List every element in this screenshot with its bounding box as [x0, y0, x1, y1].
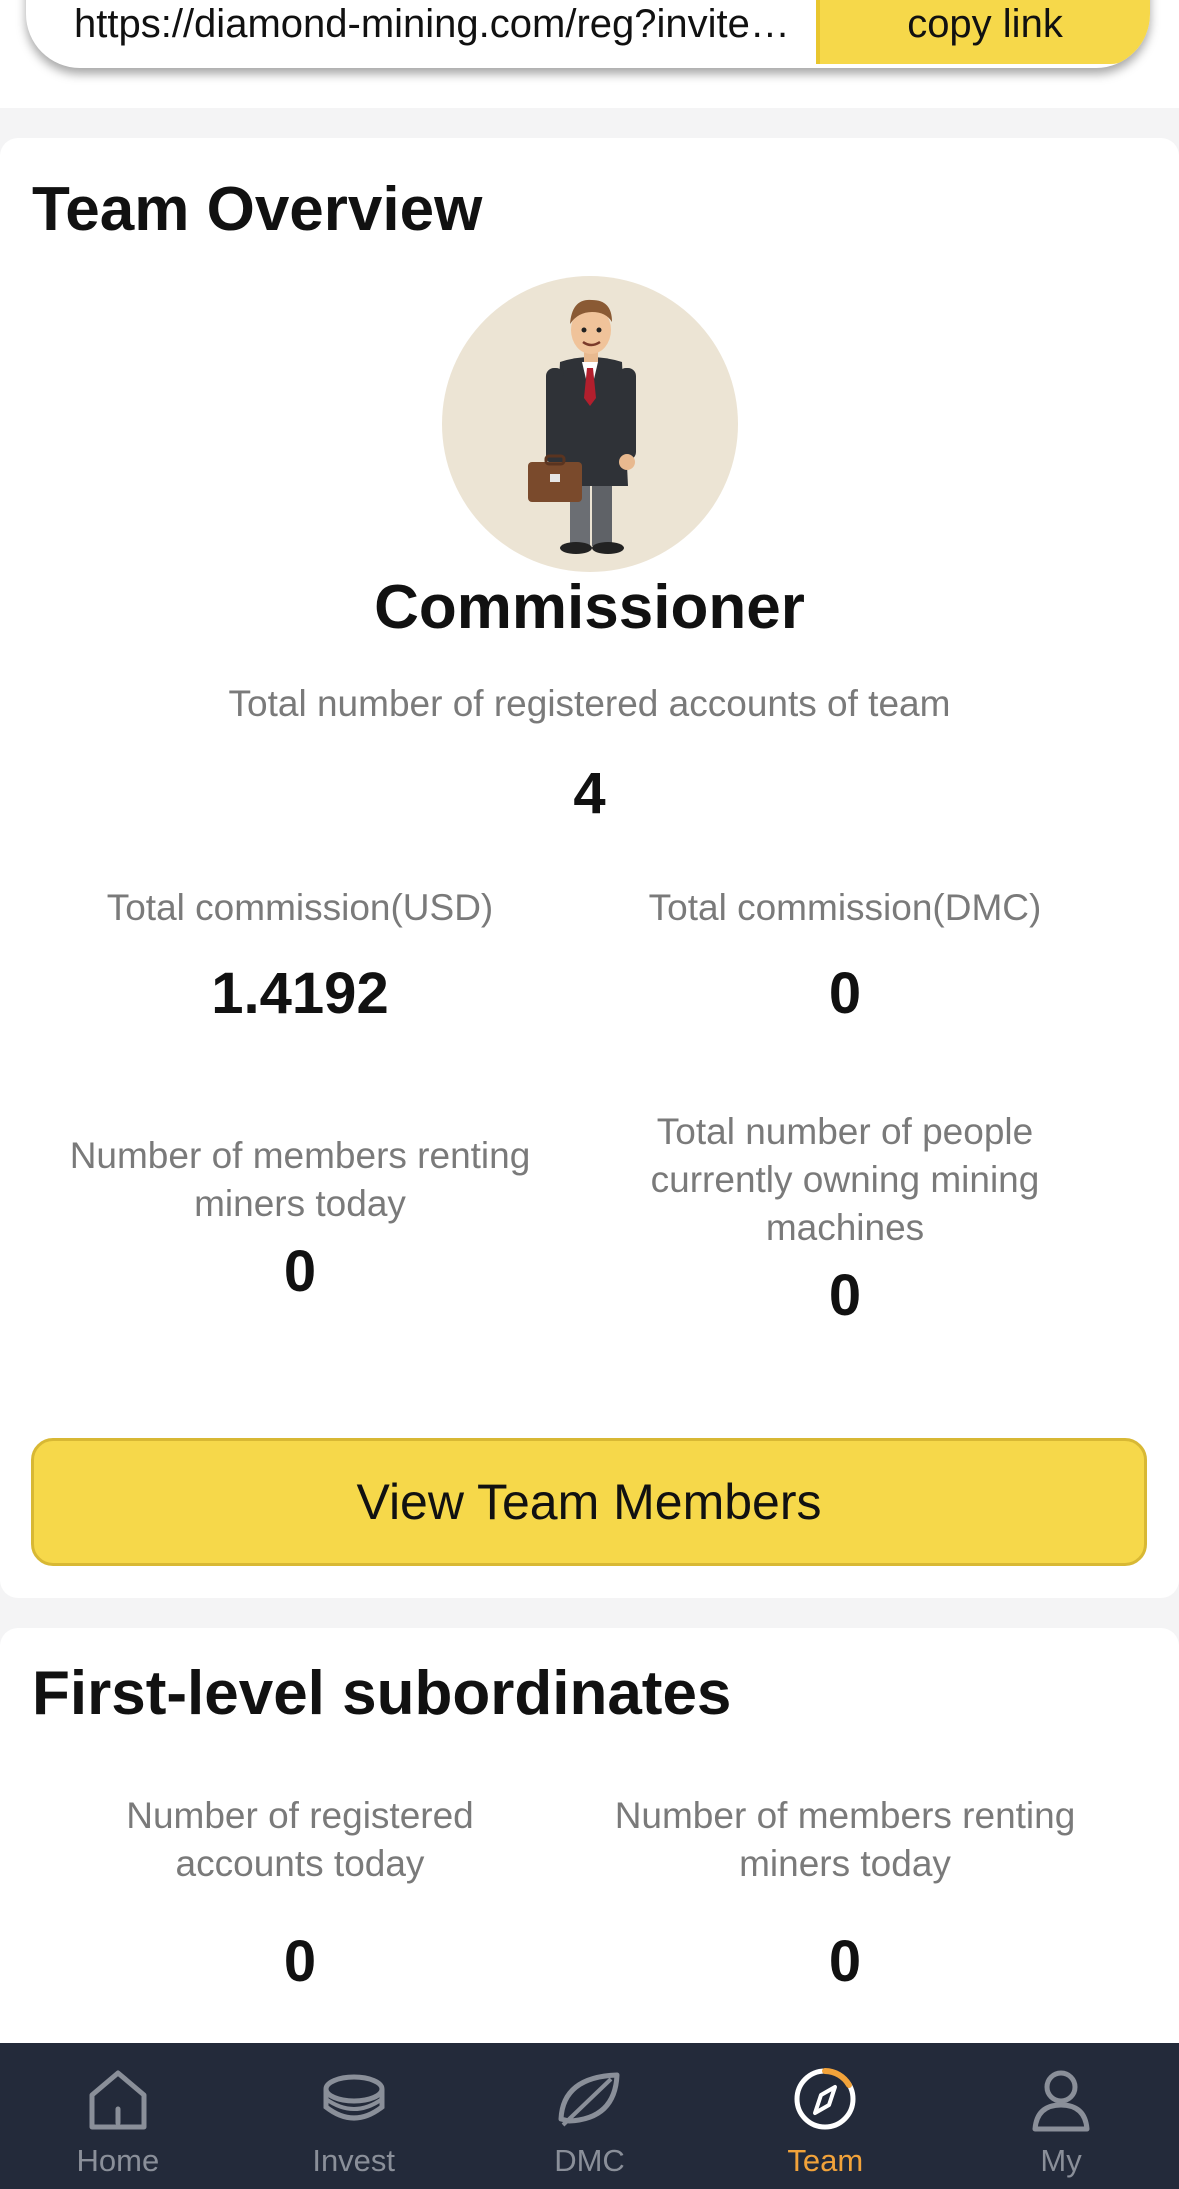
commission-dmc-value: 0	[828, 961, 862, 1026]
commission-usd-label: Total commission(USD)	[106, 887, 494, 928]
user-icon	[1032, 2070, 1090, 2132]
compass-icon	[794, 2068, 856, 2130]
nav-team-label: Team	[787, 2143, 864, 2178]
team-page: https://diamond-mining.com/reg?inviteCod…	[0, 0, 1179, 2189]
rank-avatar	[442, 276, 738, 572]
invite-card: https://diamond-mining.com/reg?inviteCod…	[0, 0, 1179, 108]
nav-my[interactable]: My	[943, 2043, 1179, 2189]
team-registered-label: Total number of registered accounts of t…	[228, 683, 951, 724]
owning-machines-value: 0	[828, 1263, 862, 1328]
registered-today-value: 0	[283, 1929, 317, 1994]
view-team-members-button[interactable]: View Team Members	[31, 1438, 1147, 1566]
nav-invest-label: Invest	[312, 2143, 396, 2178]
copy-link-button[interactable]: copy link	[816, 0, 1150, 64]
registered-today-label: Number of registered accounts today	[126, 1795, 474, 1884]
team-overview-card: Team Overview Commissioner Total number …	[0, 138, 1179, 1598]
team-registered-value: 4	[573, 761, 606, 826]
invite-link-text[interactable]: https://diamond-mining.com/reg?inviteCod…	[74, 0, 814, 48]
leaf-icon	[558, 2072, 620, 2127]
renting-today-label: Number of members renting miners today	[69, 1135, 531, 1224]
owning-machines-label: Total number of people currently owning …	[650, 1111, 1040, 1248]
coins-icon	[323, 2074, 385, 2121]
nav-home[interactable]: Home	[0, 2043, 236, 2189]
nav-home-label: Home	[76, 2143, 160, 2178]
renting-today-value: 0	[283, 1239, 317, 1304]
team-overview-title: Team Overview	[32, 175, 483, 244]
commission-dmc-label: Total commission(DMC)	[648, 887, 1042, 928]
nav-dmc-label: DMC	[554, 2143, 625, 2178]
first-level-title: First-level subordinates	[32, 1659, 732, 1728]
rank-title: Commissioner	[374, 573, 805, 642]
nav-invest[interactable]: Invest	[236, 2043, 472, 2189]
nav-dmc[interactable]: DMC	[472, 2043, 708, 2189]
commission-usd-value: 1.4192	[211, 961, 389, 1026]
bottom-nav: Home Invest DMC Team My	[0, 2043, 1179, 2189]
home-icon	[89, 2070, 147, 2130]
businessman-illustration	[528, 299, 636, 554]
subs-renting-today-value: 0	[828, 1929, 862, 1994]
invite-link-box: https://diamond-mining.com/reg?inviteCod…	[26, 0, 1150, 68]
nav-team[interactable]: Team	[707, 2043, 943, 2189]
nav-my-label: My	[1040, 2143, 1082, 2178]
subs-renting-today-label: Number of members renting miners today	[614, 1795, 1076, 1884]
